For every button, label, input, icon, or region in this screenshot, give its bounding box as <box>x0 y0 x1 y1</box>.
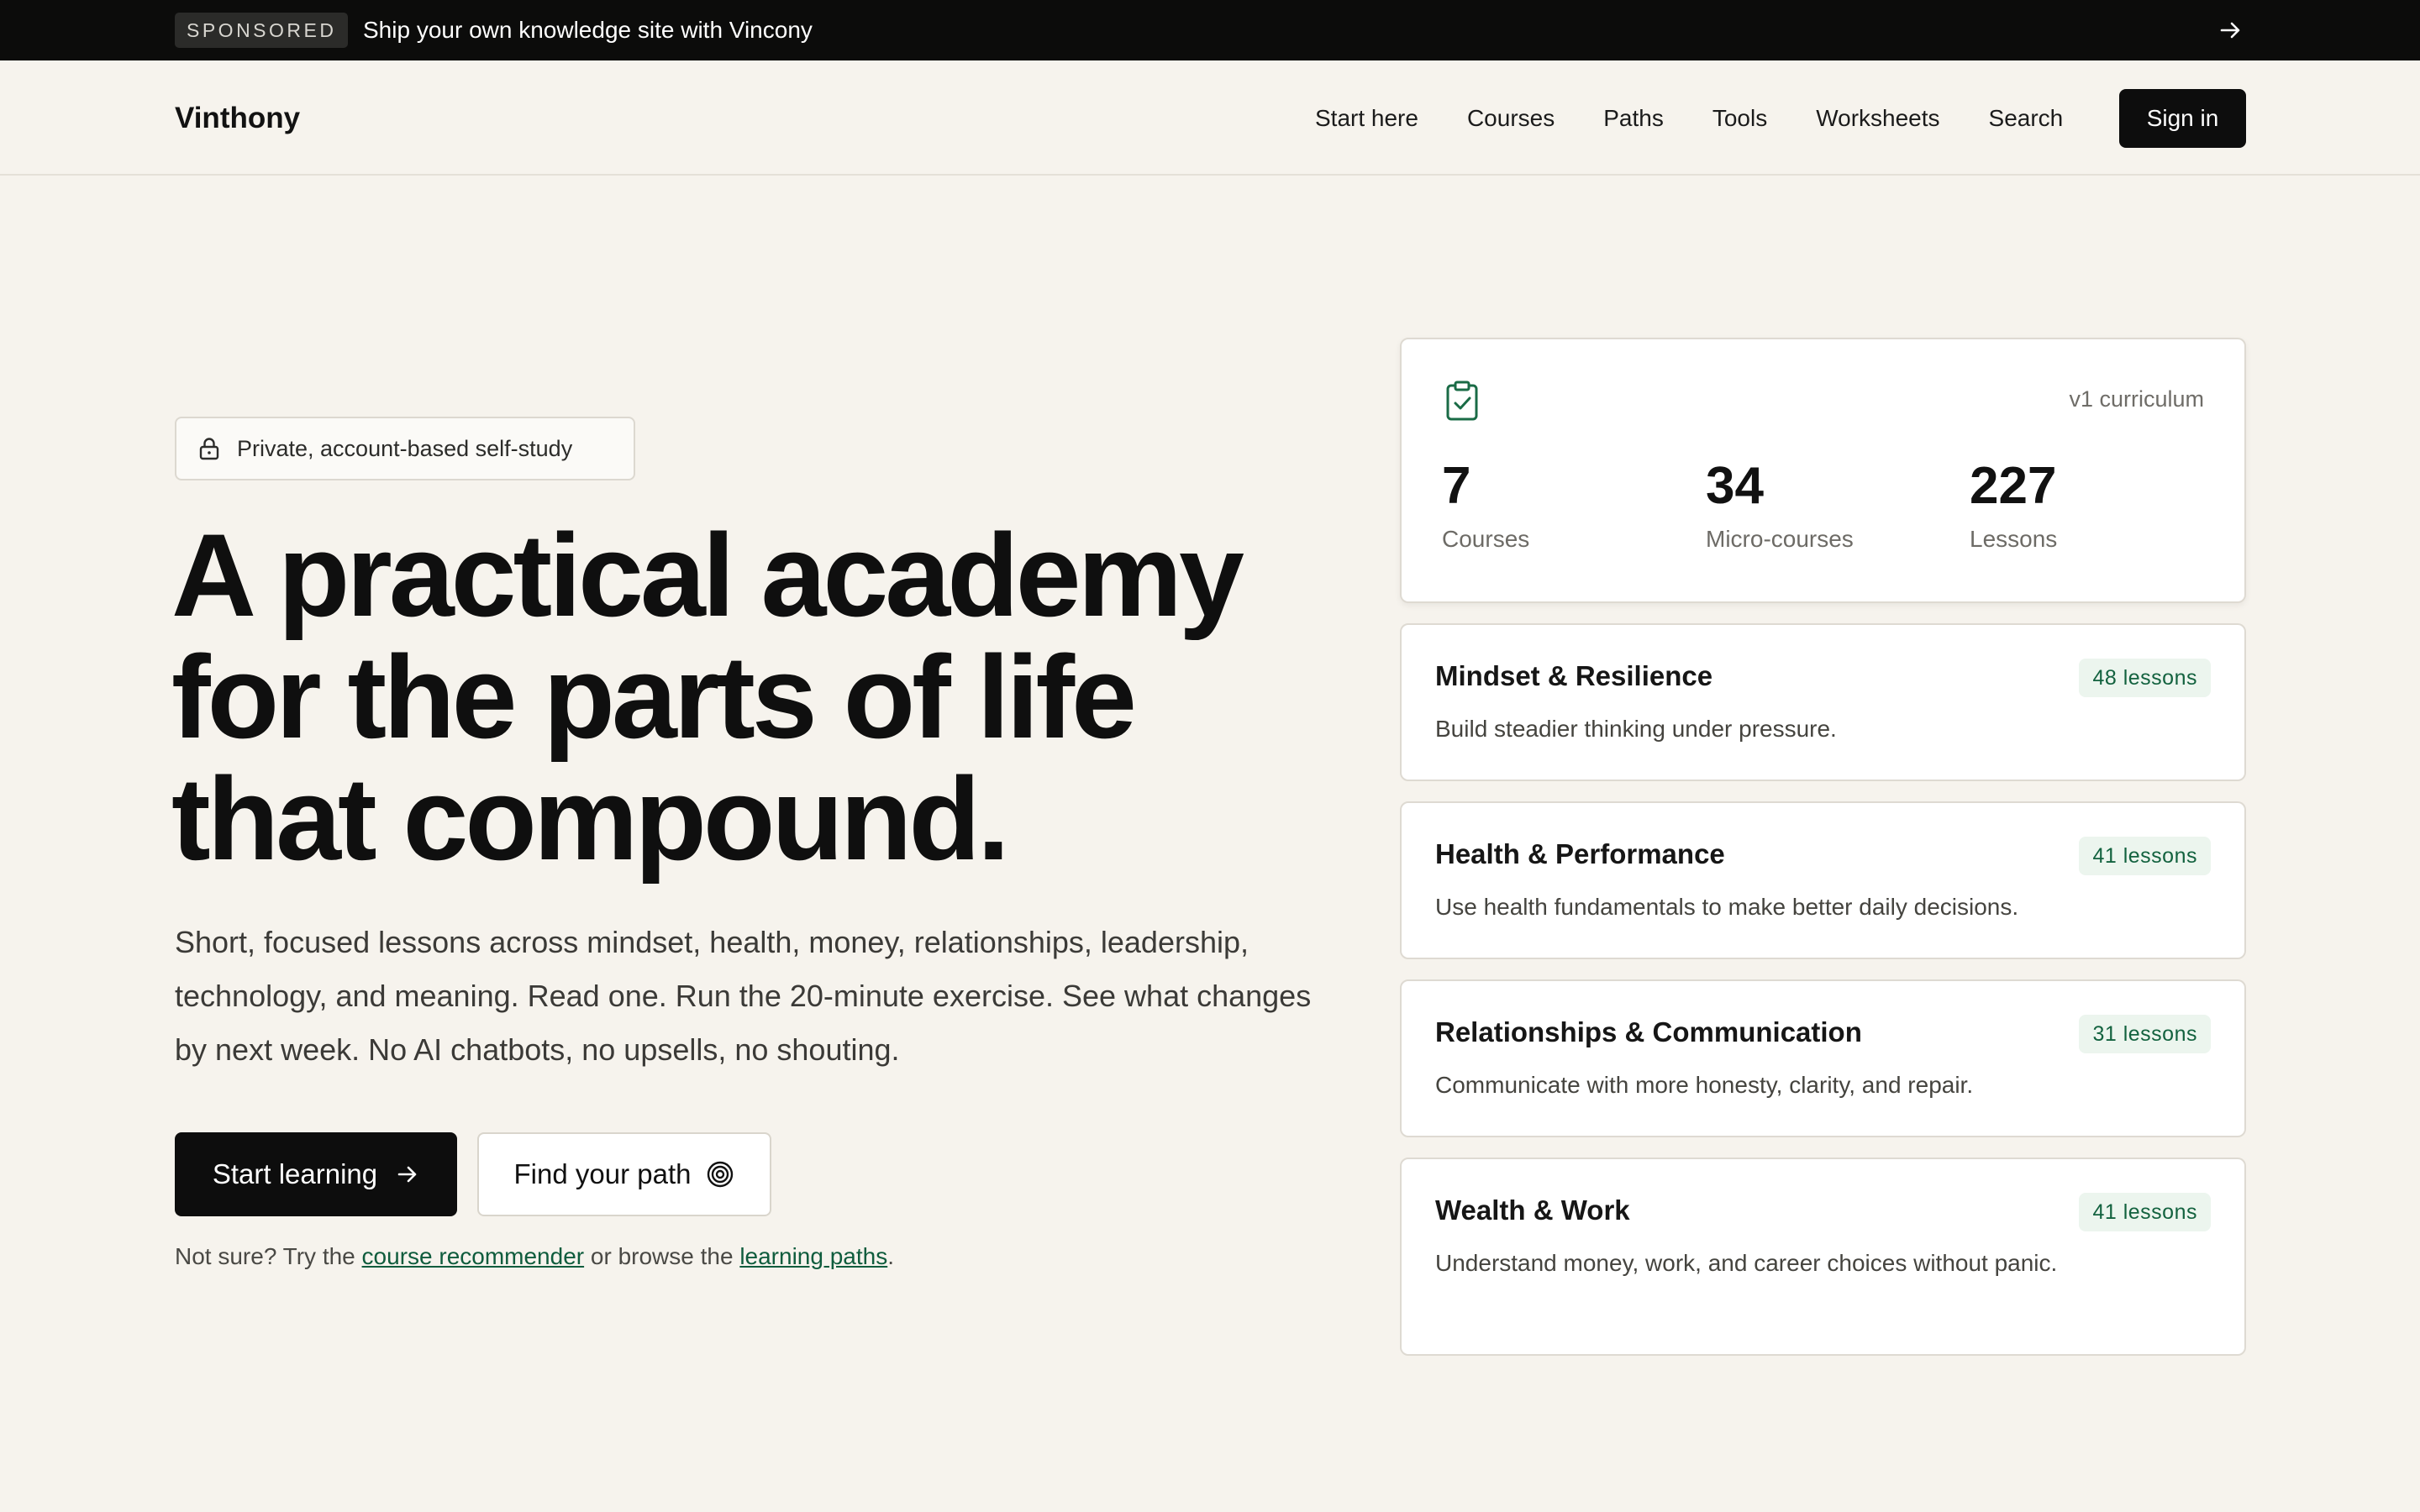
course-title: Wealth & Work <box>1435 1194 1630 1226</box>
course-description: Communicate with more honesty, clarity, … <box>1435 1072 1974 1098</box>
arrow-right-icon <box>397 1166 417 1183</box>
curriculum-label: v1 curriculum <box>2069 386 2204 412</box>
stat-label: Courses <box>1442 526 1530 552</box>
hero-title-line: that compound. <box>171 753 1010 885</box>
stat-value: 34 <box>1706 457 1764 515</box>
course-title: Mindset & Resilience <box>1435 660 1713 691</box>
sign-in-button[interactable]: Sign in <box>2119 89 2246 148</box>
find-your-path-label: Find your path <box>513 1158 692 1189</box>
lesson-count-badge: 41 lessons <box>2079 837 2211 875</box>
nav-link-courses[interactable]: Courses <box>1443 105 1579 132</box>
sponsored-badge: SPONSORED <box>175 13 349 48</box>
nav-link-search[interactable]: Search <box>1965 105 2088 132</box>
lesson-count-badge: 41 lessons <box>2079 1193 2211 1231</box>
nav-link-start-here[interactable]: Start here <box>1291 105 1443 132</box>
target-icon <box>708 1161 734 1188</box>
course-card-relationships[interactable]: Relationships & Communication Communicat… <box>1400 979 2246 1137</box>
hero-title-line: for the parts of life <box>171 631 1137 763</box>
hero-title-line: A practical academy <box>171 509 1244 641</box>
stat-micro-courses: 34 Micro-courses <box>1706 457 1854 553</box>
hint-suffix: . <box>887 1243 894 1269</box>
hint-text: Not sure? Try the course recommender or … <box>175 1243 894 1270</box>
course-description: Understand money, work, and career choic… <box>1435 1250 2058 1276</box>
nav-links: Start here Courses Paths Tools Worksheet… <box>1291 60 2087 176</box>
stat-value: 7 <box>1442 457 1471 515</box>
lesson-count-badge: 48 lessons <box>2079 659 2211 697</box>
course-card-wealth[interactable]: Wealth & Work Understand money, work, an… <box>1400 1158 2246 1356</box>
sponsored-bar[interactable]: SPONSORED Ship your own knowledge site w… <box>0 0 2420 60</box>
hint-middle: or browse the <box>590 1243 734 1269</box>
learning-paths-link[interactable]: learning paths <box>739 1243 887 1269</box>
stats-card: v1 curriculum 7 Courses 34 Micro-courses… <box>1400 338 2246 603</box>
find-your-path-button[interactable]: Find your path <box>477 1132 771 1216</box>
sponsored-text[interactable]: Ship your own knowledge site with Vincon… <box>363 0 813 60</box>
stat-label: Lessons <box>1970 526 2058 552</box>
main-nav: Vinthony Start here Courses Paths Tools … <box>0 60 2420 176</box>
start-learning-label: Start learning <box>212 1158 378 1189</box>
nav-link-worksheets[interactable]: Worksheets <box>1791 105 1964 132</box>
hint-prefix: Not sure? Try the <box>175 1243 355 1269</box>
lesson-count-badge: 31 lessons <box>2079 1015 2211 1053</box>
start-learning-button[interactable]: Start learning <box>175 1132 457 1216</box>
stat-value: 227 <box>1970 457 2057 515</box>
stat-lessons: 227 Lessons <box>1970 457 2057 553</box>
course-description: Build steadier thinking under pressure. <box>1435 716 1837 742</box>
course-card-mindset[interactable]: Mindset & Resilience Build steadier thin… <box>1400 623 2246 781</box>
course-recommender-link[interactable]: course recommender <box>362 1243 585 1269</box>
course-card-health[interactable]: Health & Performance Use health fundamen… <box>1400 801 2246 959</box>
arrow-right-icon[interactable] <box>2218 18 2244 42</box>
course-title: Health & Performance <box>1435 838 1725 869</box>
private-badge: Private, account-based self-study <box>175 417 635 480</box>
clipboard-check-icon <box>1446 381 1478 421</box>
course-description: Use health fundamentals to make better d… <box>1435 894 2019 920</box>
nav-link-tools[interactable]: Tools <box>1688 105 1791 132</box>
stat-courses: 7 Courses <box>1442 457 1529 553</box>
hero-title: A practical academy for the parts of lif… <box>171 514 1432 879</box>
site-logo[interactable]: Vinthony <box>175 60 300 176</box>
lock-icon <box>199 438 219 460</box>
hero-description: Short, focused lessons across mindset, h… <box>175 925 1312 1067</box>
private-badge-label: Private, account-based self-study <box>237 435 573 461</box>
course-title: Relationships & Communication <box>1435 1016 1862 1047</box>
nav-link-paths[interactable]: Paths <box>1579 105 1688 132</box>
stat-label: Micro-courses <box>1706 526 1854 552</box>
